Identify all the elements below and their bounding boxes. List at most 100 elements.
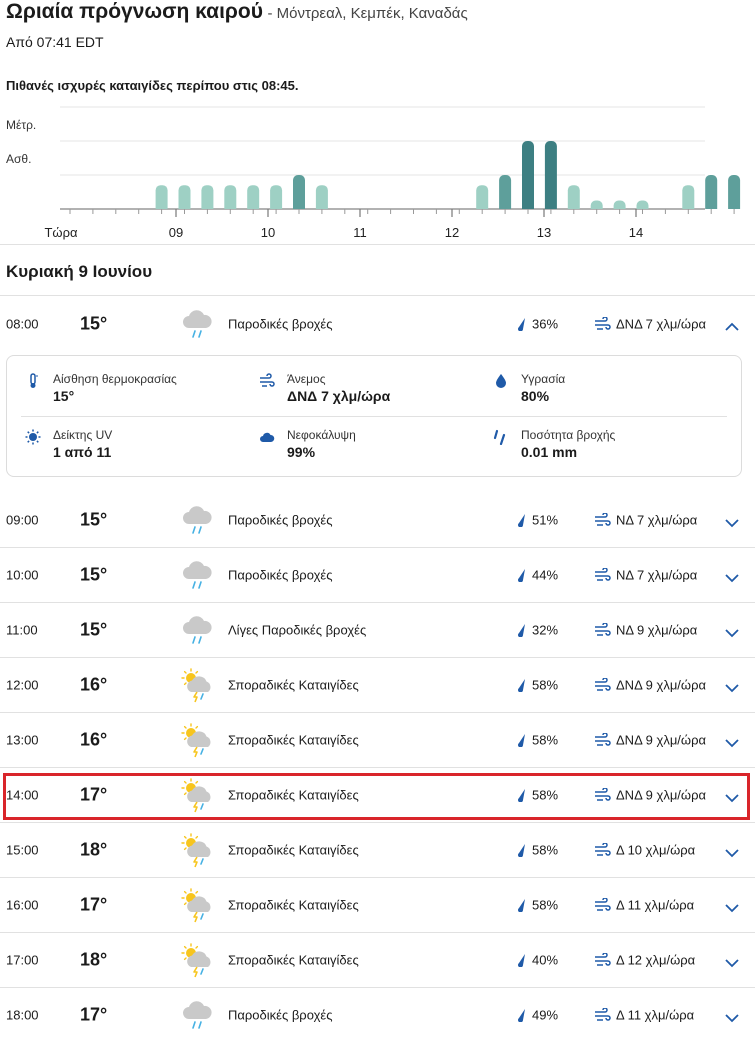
chevron-down-icon[interactable] [725,515,739,528]
cloud-rain-icon [180,612,216,648]
hourly-row[interactable]: 08:00 15° Παροδικές βροχές 36% ΔΝΔ 7 χλμ/ώρα [0,296,755,351]
hourly-row[interactable]: 12:00 16° Σποραδικές Καταιγίδες 58% ΔΝΔ 9 χλ… [0,658,755,713]
precip-drop-icon [516,623,526,638]
intensity-bar [315,185,328,209]
chevron-down-icon[interactable] [725,680,739,693]
storm-alert: Πιθανές ισχυρές καταιγίδες περίπου στις … [6,78,299,93]
row-wind: ΝΔ 7 χλμ/ώρα [616,512,698,528]
intensity-bar [522,141,534,209]
detail-value: 80% [521,388,550,404]
hourly-row[interactable]: 09:00 15° Παροδικές βροχές 51% ΝΔ 7 χλμ/ώρα [0,493,755,548]
intensity-bar [636,200,649,209]
wind-icon [594,512,611,527]
detail-label: Ποσότητα βροχής [521,428,616,442]
wind-icon [594,842,611,857]
intensity-bar [705,175,718,209]
chevron-up-icon[interactable] [725,319,739,331]
wind-icon [594,315,611,331]
row-wind: Δ 11 χλμ/ώρα [616,897,695,913]
row-precip: 58% [532,842,559,858]
row-wind: ΔΝΔ 9 χλμ/ώρα [616,677,706,693]
intensity-bar [293,175,305,209]
row-precip: 58% [532,897,559,913]
row-temperature: 15° [80,619,108,640]
row-precip: 58% [532,787,559,803]
row-temperature: 17° [80,784,108,805]
detail-value: 0.01 mm [521,444,578,460]
intensity-bar [247,185,260,209]
cloud-icon [260,432,275,442]
row-condition: Παροδικές βροχές [228,567,333,583]
level-label: Ασθ. [6,152,31,166]
row-condition: Παροδικές βροχές [228,512,333,528]
row-time: 08:00 [6,316,39,331]
row-condition: Σποραδικές Καταιγίδες [228,842,359,858]
hourly-row[interactable]: 18:00 17° Παροδικές βροχές 49% Δ 11 χλμ/ώρα [0,988,755,1042]
intensity-bar [155,185,168,209]
detail-value: 99% [287,444,316,460]
chevron-down-icon[interactable] [725,1010,739,1023]
hourly-row[interactable]: 16:00 17° Σποραδικές Καταιγίδες 58% Δ 11 χλμ… [0,878,755,933]
intensity-bar [224,185,237,209]
intensity-bar [270,185,283,209]
row-temperature: 17° [80,1004,108,1025]
hourly-row[interactable]: 10:00 15° Παροδικές βροχές 44% ΝΔ 7 χλμ/ώρα [0,548,755,603]
level-label: Μέτρ. [6,118,36,132]
precip-drop-icon [516,317,526,331]
detail-value: 1 από 11 [53,444,112,460]
chevron-down-icon[interactable] [725,625,739,638]
cloud-rain-icon [180,557,216,593]
row-condition: Σποραδικές Καταιγίδες [228,897,359,913]
intensity-bar [476,185,489,209]
x-axis-label: 14 [629,225,643,240]
x-axis-label: Τώρα [44,225,77,240]
storm-intensity-chart: Ασθ.Μέτρ.Ισχ.Τώρα091011121314 [6,106,741,240]
detail-label: Δείκτης UV [53,428,113,442]
chevron-down-icon[interactable] [725,735,739,748]
row-time: 12:00 [6,677,39,693]
intensity-bar [544,141,557,209]
row-temperature: 18° [80,949,108,970]
x-axis-label: 10 [261,225,275,240]
row-wind: ΔΝΔ 9 χλμ/ώρα [616,787,706,803]
row-condition: Παροδικές βροχές [228,316,333,331]
hourly-row[interactable]: 17:00 18° Σποραδικές Καταιγίδες 40% Δ 12 χλμ… [0,933,755,988]
wind-icon [594,952,611,967]
page-title: Ωριαία πρόγνωση καιρού [6,0,263,23]
chevron-down-icon[interactable] [725,845,739,858]
row-time: 09:00 [6,512,39,528]
hourly-row[interactable]: 15:00 18° Σποραδικές Καταιγίδες 58% Δ 10 χλμ… [0,823,755,878]
detail-value: ΔΝΔ 7 χλμ/ώρα [287,388,391,404]
row-wind: ΝΔ 9 χλμ/ώρα [616,622,698,638]
row-precip: 51% [532,512,559,528]
chevron-down-icon[interactable] [725,955,739,968]
row-time: 17:00 [6,952,39,968]
row-wind: ΝΔ 7 χλμ/ώρα [616,567,698,583]
intensity-bar [682,185,695,209]
detail-label: Άνεμος [287,372,326,386]
chevron-down-icon[interactable] [725,570,739,583]
hourly-row[interactable]: 13:00 16° Σποραδικές Καταιγίδες 58% ΔΝΔ 9 χλ… [0,713,755,768]
location-label: - Μόντρεαλ, Κεμπέκ, Καναδάς [267,5,468,22]
hourly-row[interactable]: 11:00 15° Λίγες Παροδικές βροχές 32% ΝΔ 9 χλ… [0,603,755,658]
row-condition: Σποραδικές Καταιγίδες [228,787,359,803]
row-time: 13:00 [6,732,39,748]
intensity-bar [201,185,214,209]
x-axis-label: 12 [445,225,459,240]
row-condition: Σποραδικές Καταιγίδες [228,732,359,748]
row-precip: 40% [532,952,559,968]
row-wind: ΔΝΔ 9 χλμ/ώρα [616,732,706,748]
intensity-bar [567,185,580,209]
chevron-down-icon[interactable] [725,900,739,913]
cloud-rain-icon [180,997,216,1033]
sun-cloud-thunder-icon [180,777,216,813]
precip-drop-icon [516,513,526,528]
row-temperature: 15° [80,509,108,530]
chevron-down-icon[interactable] [725,790,739,803]
row-wind: Δ 11 χλμ/ώρα [616,1007,695,1023]
precip-drop-icon [516,678,526,693]
humidity-drop-icon [496,374,506,388]
hourly-row[interactable]: 14:00 17° Σποραδικές Καταιγίδες 58% ΔΝΔ 9 χλ… [0,768,755,823]
row-time: 11:00 [6,622,38,638]
row-condition: Σποραδικές Καταιγίδες [228,677,359,693]
